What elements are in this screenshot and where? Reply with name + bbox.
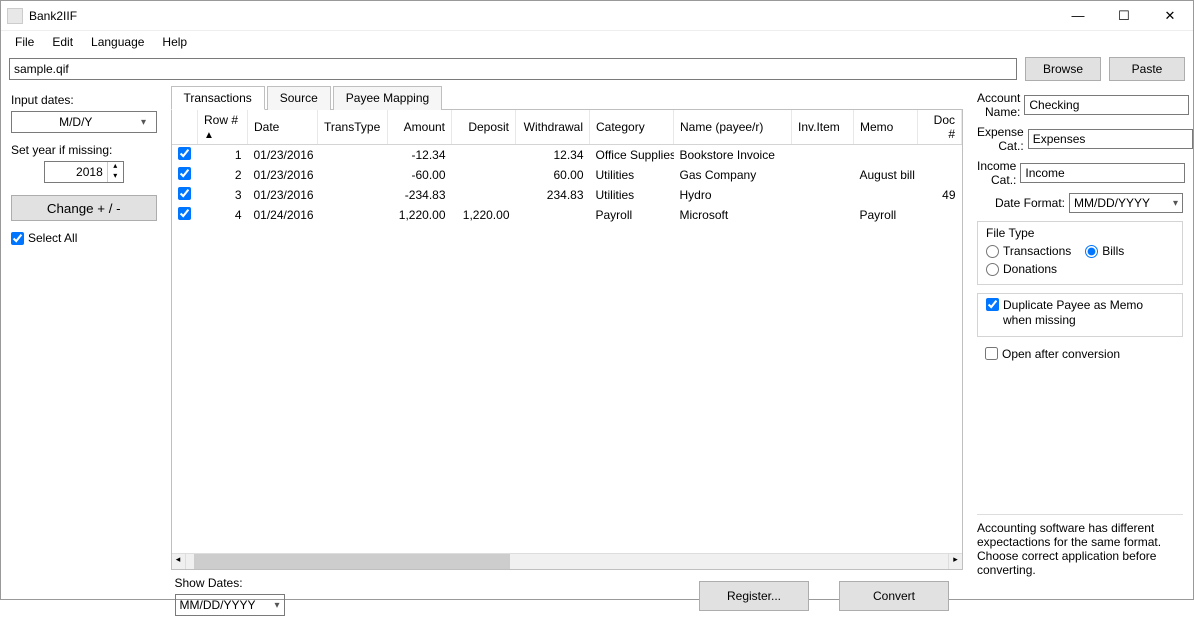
col-withdrawal[interactable]: Withdrawal	[516, 110, 590, 145]
dup-payee-row[interactable]: Duplicate Payee as Memo when missing	[977, 293, 1183, 337]
center-panel: Transactions Source Payee Mapping Row # …	[167, 85, 968, 620]
col-amount[interactable]: Amount	[388, 110, 452, 145]
show-dates-select[interactable]: MM/DD/YYYY ▾	[175, 594, 285, 616]
minimize-button[interactable]: —	[1055, 1, 1101, 31]
col-date[interactable]: Date	[248, 110, 318, 145]
table-row[interactable]: 201/23/2016-60.0060.00UtilitiesGas Compa…	[172, 165, 962, 185]
spinner-down-icon[interactable]: ▾	[108, 172, 123, 182]
col-doc[interactable]: Doc #	[918, 110, 962, 145]
convert-button[interactable]: Convert	[839, 581, 949, 611]
table-row[interactable]: 301/23/2016-234.83234.83UtilitiesHydro49	[172, 185, 962, 205]
select-all-row[interactable]: Select All	[11, 231, 157, 245]
date-format-label: Date Format:	[977, 196, 1065, 210]
select-all-label: Select All	[28, 231, 77, 245]
menu-file[interactable]: File	[7, 33, 42, 51]
paste-button[interactable]: Paste	[1109, 57, 1185, 81]
browse-button[interactable]: Browse	[1025, 57, 1101, 81]
horizontal-scrollbar[interactable]: ◂ ▸	[172, 553, 963, 569]
account-name-label: Account Name:	[977, 91, 1020, 119]
tab-source[interactable]: Source	[267, 86, 331, 110]
select-all-checkbox[interactable]	[11, 232, 24, 245]
file-type-group: File Type Transactions Bills Donations	[977, 221, 1183, 285]
show-dates-value: MM/DD/YYYY	[180, 598, 256, 612]
transactions-grid: Row # ▲ Date TransType Amount Deposit Wi…	[171, 109, 964, 570]
menubar: File Edit Language Help	[1, 31, 1193, 53]
col-check[interactable]	[172, 110, 198, 145]
row-checkbox[interactable]	[178, 167, 191, 180]
info-text: Accounting software has different expect…	[977, 514, 1183, 614]
tab-payee-mapping[interactable]: Payee Mapping	[333, 86, 442, 110]
menu-edit[interactable]: Edit	[44, 33, 81, 51]
account-name-input[interactable]	[1024, 95, 1189, 115]
row-checkbox[interactable]	[178, 207, 191, 220]
set-year-label: Set year if missing:	[11, 143, 157, 157]
bottom-row: Show Dates: MM/DD/YYYY ▾ Register... Con…	[171, 570, 964, 620]
col-row[interactable]: Row # ▲	[198, 110, 248, 145]
row-checkbox[interactable]	[178, 187, 191, 200]
chevron-down-icon: ▾	[136, 117, 152, 128]
titlebar: Bank2IIF — ☐ ✕	[1, 1, 1193, 31]
tab-transactions[interactable]: Transactions	[171, 86, 265, 110]
left-panel: Input dates: M/D/Y ▾ Set year if missing…	[1, 85, 167, 620]
col-memo[interactable]: Memo	[854, 110, 918, 145]
set-year-value: 2018	[45, 165, 107, 179]
expense-cat-input[interactable]	[1028, 129, 1193, 149]
input-dates-value: M/D/Y	[16, 115, 136, 129]
menu-help[interactable]: Help	[154, 33, 195, 51]
radio-donations[interactable]: Donations	[986, 262, 1174, 276]
set-year-spinner[interactable]: 2018 ▴ ▾	[44, 161, 124, 183]
col-category[interactable]: Category	[590, 110, 674, 145]
expense-cat-label: Expense Cat.:	[977, 125, 1024, 153]
radio-transactions[interactable]: Transactions	[986, 244, 1071, 258]
income-cat-input[interactable]	[1020, 163, 1185, 183]
date-format-select[interactable]: MM/DD/YYYY ▾	[1069, 193, 1183, 213]
chevron-down-icon: ▾	[274, 600, 279, 611]
input-dates-select[interactable]: M/D/Y ▾	[11, 111, 157, 133]
show-dates-label: Show Dates:	[175, 576, 285, 590]
open-after-label: Open after conversion	[1002, 347, 1120, 362]
table-row[interactable]: 101/23/2016-12.3412.34Office SuppliesBoo…	[172, 145, 962, 166]
input-dates-label: Input dates:	[11, 93, 157, 107]
col-deposit[interactable]: Deposit	[452, 110, 516, 145]
window-title: Bank2IIF	[29, 9, 1055, 23]
date-format-value: MM/DD/YYYY	[1074, 196, 1150, 210]
tabs: Transactions Source Payee Mapping	[171, 85, 964, 109]
col-name[interactable]: Name (payee/r)	[674, 110, 792, 145]
maximize-button[interactable]: ☐	[1101, 1, 1147, 31]
close-button[interactable]: ✕	[1147, 1, 1193, 31]
open-after-checkbox[interactable]	[985, 347, 998, 360]
change-sign-button[interactable]: Change + / -	[11, 195, 157, 221]
chevron-down-icon: ▾	[1173, 198, 1178, 209]
row-checkbox[interactable]	[178, 147, 191, 160]
radio-bills[interactable]: Bills	[1085, 244, 1124, 258]
menu-language[interactable]: Language	[83, 33, 152, 51]
dup-payee-checkbox[interactable]	[986, 298, 999, 311]
file-path-input[interactable]	[9, 58, 1017, 80]
app-icon	[7, 8, 23, 24]
col-transtype[interactable]: TransType	[318, 110, 388, 145]
register-button[interactable]: Register...	[699, 581, 809, 611]
income-cat-label: Income Cat.:	[977, 159, 1016, 187]
scrollbar-thumb[interactable]	[194, 554, 510, 569]
right-panel: Account Name: Expense Cat.: Income Cat.:…	[967, 85, 1193, 620]
open-after-row[interactable]: Open after conversion	[977, 343, 1183, 366]
file-row: Browse Paste	[1, 53, 1193, 85]
dup-payee-label: Duplicate Payee as Memo when missing	[1003, 298, 1174, 328]
data-grid[interactable]: Row # ▲ Date TransType Amount Deposit Wi…	[172, 110, 963, 225]
table-row[interactable]: 401/24/20161,220.001,220.00PayrollMicros…	[172, 205, 962, 225]
file-type-label: File Type	[986, 226, 1174, 240]
col-invitem[interactable]: Inv.Item	[792, 110, 854, 145]
